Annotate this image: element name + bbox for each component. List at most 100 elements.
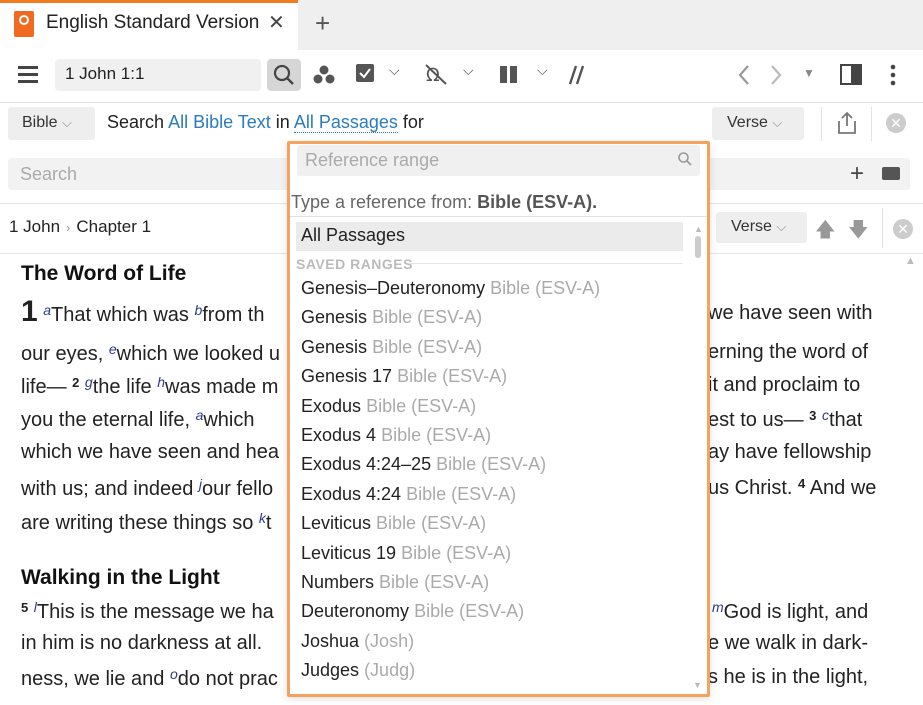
close-tab-icon[interactable]: ✕: [268, 10, 285, 35]
divider: [882, 208, 883, 248]
breadcrumb-chapter[interactable]: Chapter 1: [76, 217, 151, 236]
saved-range-source: Bible (ESV-A): [414, 601, 525, 622]
breadcrumb-separator-icon: ›: [66, 220, 71, 235]
breadcrumb-book[interactable]: 1 John: [9, 217, 60, 236]
saved-range-name: Exodus: [301, 395, 362, 416]
verse-line: e we walk in dark-: [708, 632, 869, 654]
keyboard-icon[interactable]: [882, 167, 900, 180]
divider: [821, 107, 822, 141]
forward-icon[interactable]: [768, 63, 784, 87]
reference-value: 1 John 1:1: [65, 64, 145, 83]
verse-line: erning the word of: [708, 341, 869, 363]
hint-prefix: Type a reference from:: [291, 192, 473, 212]
saved-range-item[interactable]: Leviticus 19 Bible (ESV-A): [301, 543, 511, 564]
search-scope-link[interactable]: All Bible Text: [168, 112, 271, 132]
hint-source: Bible (ESV-A).: [477, 192, 598, 212]
divider: [871, 107, 872, 141]
verse-line: us Christ. 4 And we: [708, 476, 877, 499]
saved-range-source: Bible (ESV-A): [366, 395, 477, 416]
verse-line: ness, we lie and odo not prac: [21, 666, 278, 690]
saved-ranges-header: SAVED RANGES: [296, 256, 413, 272]
verse-line: 5 lThis is the message we ha: [21, 599, 274, 623]
omega-icon[interactable]: Ω: [424, 62, 450, 86]
verse-line: in him is no darkness at all.: [21, 632, 263, 654]
popup-scrollbar[interactable]: [695, 236, 701, 258]
chevron-down-icon: ⌵: [62, 115, 72, 130]
saved-range-item[interactable]: Exodus 4:24–25 Bible (ESV-A): [301, 454, 546, 475]
checklist-icon[interactable]: [355, 63, 377, 85]
arrow-down-icon[interactable]: 🡇: [848, 215, 869, 249]
chevron-down-icon[interactable]: ⌵: [389, 62, 400, 79]
more-icon[interactable]: [888, 63, 898, 87]
saved-range-source: Bible (ESV-A): [372, 336, 483, 357]
verse-dropdown-label: Verse ⌵: [727, 114, 782, 132]
saved-range-name: Exodus 4:24: [301, 483, 402, 504]
saved-range-name: Leviticus 19: [301, 542, 397, 563]
saved-range-source: (Josh): [364, 630, 415, 651]
verse-line: with us; and indeed jour fello: [21, 476, 274, 500]
verse-line: est to us— 3 cthat: [708, 407, 863, 431]
people-icon[interactable]: [312, 64, 336, 86]
verse-line: mGod is light, and: [712, 599, 869, 623]
search-placeholder: Search: [20, 164, 78, 184]
verse-line: it and proclaim to: [708, 374, 861, 396]
saved-range-item[interactable]: Exodus 4:24 Bible (ESV-A): [301, 484, 516, 505]
saved-range-item[interactable]: Judges (Judg): [301, 660, 415, 681]
layout-icon[interactable]: [840, 64, 862, 86]
saved-range-source: Bible (ESV-A): [406, 483, 517, 504]
saved-range-item[interactable]: Joshua (Josh): [301, 631, 414, 652]
bible-dropdown-label: Bible ⌵: [22, 114, 72, 132]
back-icon[interactable]: [736, 63, 752, 87]
saved-range-item[interactable]: Numbers Bible (ESV-A): [301, 572, 489, 593]
search-phrase: Search All Bible Text in All Passages fo…: [107, 112, 424, 133]
saved-range-name: Leviticus: [301, 513, 372, 534]
saved-range-source: (Judg): [364, 660, 416, 681]
search-range-link[interactable]: All Passages: [293, 112, 398, 133]
saved-range-item[interactable]: Exodus Bible (ESV-A): [301, 396, 476, 417]
close-icon[interactable]: ✕: [893, 219, 913, 239]
saved-range-item[interactable]: Genesis 17 Bible (ESV-A): [301, 366, 507, 387]
arrow-up-icon[interactable]: 🡅: [815, 215, 836, 249]
scroll-down-icon[interactable]: ▼: [693, 680, 702, 690]
share-icon[interactable]: [835, 110, 859, 136]
columns-icon[interactable]: [499, 65, 519, 85]
scroll-up-icon[interactable]: ▲: [905, 255, 916, 267]
verse-dropdown-label: Verse ⌵: [731, 218, 786, 236]
saved-range-source: Bible (ESV-A): [381, 425, 492, 445]
menu-icon[interactable]: [18, 66, 38, 84]
bible-label: Bible: [22, 114, 58, 131]
saved-range-item[interactable]: Genesis–Deuteronomy Bible (ESV-A): [301, 278, 600, 299]
add-search-icon[interactable]: +: [850, 160, 864, 188]
saved-range-item[interactable]: Deuteronomy Bible (ESV-A): [301, 601, 524, 622]
verse-line: we have seen with: [708, 302, 873, 324]
tab-title: English Standard Version: [46, 12, 260, 33]
saved-range-source: Bible (ESV-A): [490, 278, 601, 298]
verse-label: Verse: [731, 218, 772, 235]
saved-range-source: Bible (ESV-A): [401, 542, 512, 563]
verse-line: which we have seen and hea: [21, 441, 279, 463]
verse-line: you the eternal life, awhich: [21, 407, 255, 431]
scroll-up-icon[interactable]: ▲: [694, 224, 703, 234]
breadcrumb: 1 John › Chapter 1: [9, 217, 151, 237]
verse-line: life— 2 gthe life hwas made m: [21, 374, 279, 398]
saved-range-item[interactable]: Genesis Bible (ESV-A): [301, 307, 482, 328]
verse-line: are writing these things so kt: [21, 510, 272, 534]
clear-search-icon[interactable]: ✕: [886, 113, 906, 133]
chevron-down-icon[interactable]: ⌵: [537, 62, 548, 79]
section-heading: The Word of Life: [21, 262, 187, 285]
section-heading: Walking in the Light: [21, 566, 220, 589]
chevron-down-icon[interactable]: ⌵: [463, 62, 474, 79]
all-passages-item[interactable]: All Passages: [296, 222, 683, 251]
saved-range-item[interactable]: Leviticus Bible (ESV-A): [301, 513, 486, 534]
reference-range-placeholder: Reference range: [305, 150, 440, 170]
history-dropdown-icon[interactable]: ▼: [803, 66, 815, 80]
all-passages-label: All Passages: [301, 225, 406, 245]
parallel-icon[interactable]: [565, 64, 587, 86]
saved-range-item[interactable]: Genesis Bible (ESV-A): [301, 337, 482, 358]
verse-line: our eyes, ewhich we looked u: [21, 341, 281, 365]
search-icon: [273, 64, 294, 85]
search-button[interactable]: [267, 59, 301, 91]
saved-range-name: Genesis: [301, 336, 368, 357]
saved-range-item[interactable]: Exodus 4 Bible (ESV-A): [301, 425, 491, 446]
new-tab-button[interactable]: +: [315, 8, 330, 39]
